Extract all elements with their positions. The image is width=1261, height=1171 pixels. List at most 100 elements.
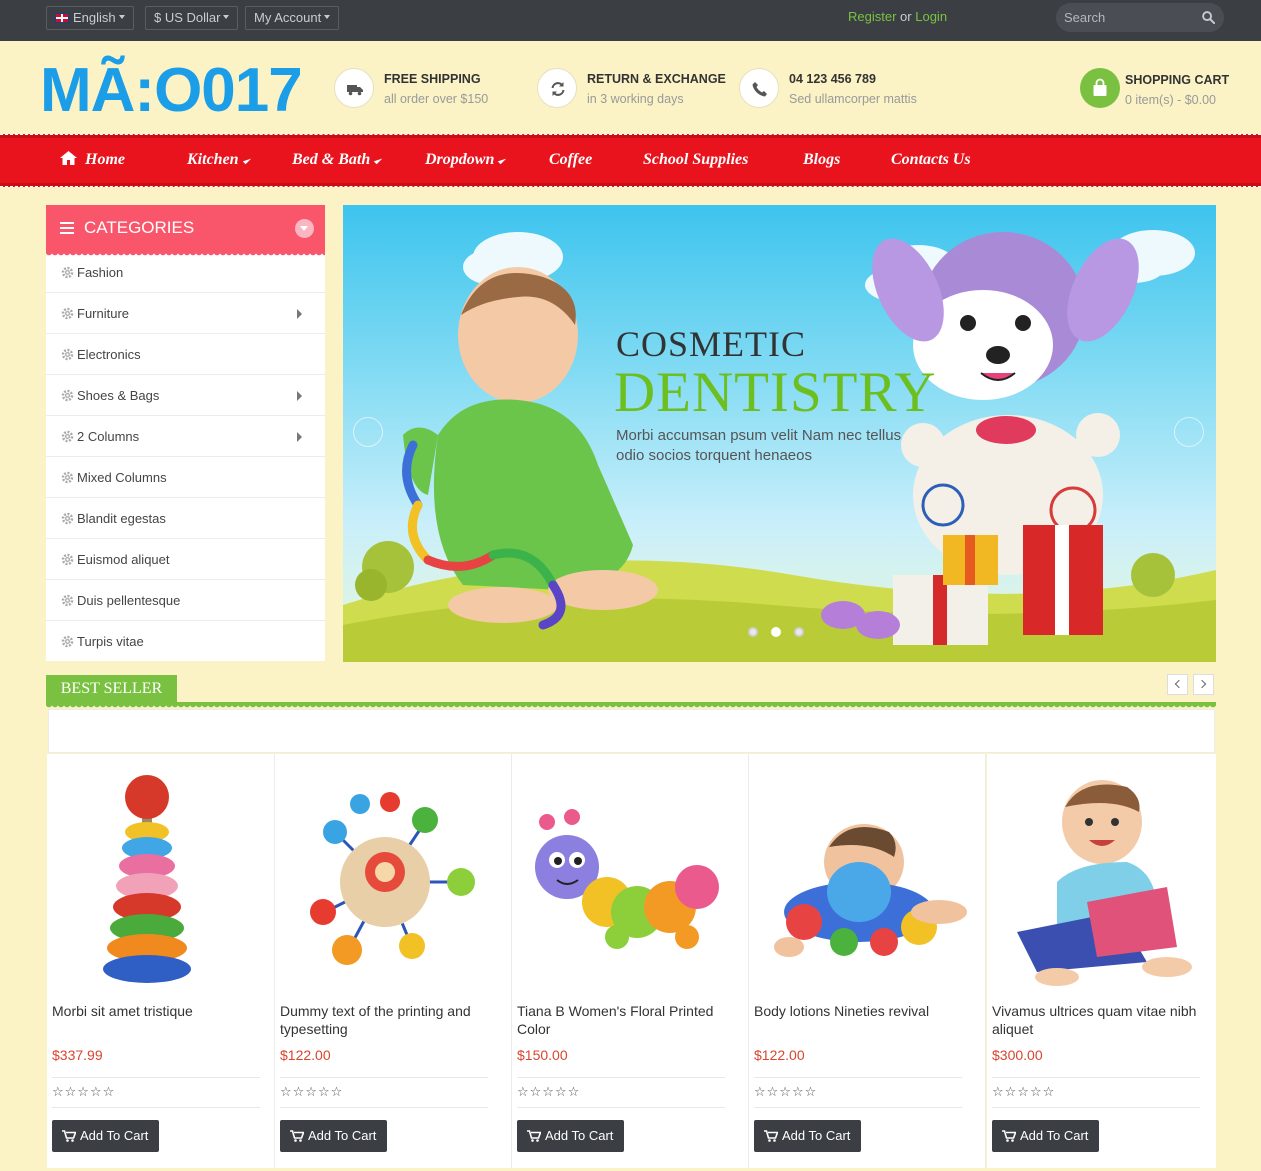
nav-home[interactable]: Home: [60, 151, 125, 169]
site-logo[interactable]: MÃ:O017: [40, 55, 303, 127]
product-name[interactable]: Vivamus ultrices quam vitae nibh aliquet: [992, 1002, 1212, 1038]
caret-down-icon: [118, 14, 125, 19]
product-name[interactable]: Morbi sit amet tristique: [52, 1002, 272, 1020]
nav-school-supplies[interactable]: School Supplies: [643, 151, 748, 169]
currency-selector[interactable]: $ US Dollar: [145, 6, 239, 30]
cart-summary[interactable]: 0 item(s) - $0.00: [1125, 93, 1216, 107]
category-item[interactable]: Shoes & Bags: [46, 375, 325, 416]
slide-subtitle: COSMETIC: [616, 324, 807, 364]
product-name[interactable]: Body lotions Nineties revival: [754, 1002, 974, 1020]
search-icon[interactable]: [1202, 11, 1215, 24]
cart-title[interactable]: SHOPPING CART: [1125, 73, 1229, 87]
add-to-cart-label: Add To Cart: [782, 1128, 851, 1143]
home-icon: [60, 151, 77, 166]
category-item[interactable]: 2 Columns: [46, 416, 325, 457]
add-to-cart-button[interactable]: Add To Cart: [517, 1120, 625, 1152]
nav-dropdown[interactable]: Dropdown: [425, 151, 507, 169]
nav-blogs[interactable]: Blogs: [803, 151, 840, 169]
category-item[interactable]: Fashion: [46, 252, 325, 293]
add-to-cart-button[interactable]: Add To Cart: [992, 1120, 1100, 1152]
add-to-cart-button[interactable]: Add To Cart: [52, 1120, 160, 1152]
top-bar: English $ US Dollar My Account Register …: [0, 0, 1261, 41]
cart-button[interactable]: [1080, 68, 1120, 108]
category-list: Fashion Furniture Electronics Shoes & Ba…: [46, 252, 325, 661]
auth-links: Register or Login: [848, 9, 947, 24]
gear-icon: [61, 471, 74, 484]
product-image[interactable]: [57, 762, 267, 992]
add-to-cart-button[interactable]: Add To Cart: [280, 1120, 388, 1152]
slider-next-button[interactable]: [1174, 417, 1204, 447]
add-to-cart-button[interactable]: Add To Cart: [754, 1120, 862, 1152]
product-image[interactable]: [997, 762, 1207, 992]
category-item[interactable]: Euismod aliquet: [46, 539, 325, 580]
rating-stars-icon: ☆☆☆☆☆: [754, 1085, 818, 1100]
rating-stars-icon: ☆☆☆☆☆: [517, 1085, 581, 1100]
product-image[interactable]: [285, 762, 495, 992]
categories-header[interactable]: CATEGORIES: [46, 205, 325, 253]
rating-stars-icon: ☆☆☆☆☆: [52, 1085, 116, 1100]
product-card: Tiana B Women's Floral Printed Color $15…: [512, 754, 749, 1168]
feature-title: FREE SHIPPING: [384, 72, 481, 86]
nav-label: Blogs: [803, 151, 841, 168]
gear-icon: [61, 389, 74, 402]
nav-kitchen[interactable]: Kitchen: [187, 151, 251, 169]
category-item[interactable]: Furniture: [46, 293, 325, 334]
add-to-cart-label: Add To Cart: [308, 1128, 377, 1143]
category-item[interactable]: Blandit egestas: [46, 498, 325, 539]
nav-bed-bath[interactable]: Bed & Bath: [292, 151, 383, 169]
gear-icon: [61, 594, 74, 607]
carousel-next-button[interactable]: [1193, 674, 1214, 695]
category-item[interactable]: Mixed Columns: [46, 457, 325, 498]
category-item[interactable]: Turpis vitae: [46, 621, 325, 662]
gear-icon: [61, 430, 74, 443]
category-label: Mixed Columns: [77, 470, 167, 485]
nav-label: Bed & Bath: [292, 151, 371, 168]
category-label: Fashion: [77, 265, 124, 280]
best-seller-tab[interactable]: BEST SELLER: [46, 675, 177, 703]
slider-dot[interactable]: [771, 627, 781, 637]
nav-contacts[interactable]: Contacts Us: [891, 151, 971, 169]
login-link[interactable]: Login: [915, 9, 947, 24]
cart-icon: [764, 1129, 779, 1142]
nav-coffee[interactable]: Coffee: [549, 151, 592, 169]
search-input[interactable]: [1064, 7, 1194, 27]
product-name[interactable]: Dummy text of the printing and typesetti…: [280, 1002, 500, 1038]
feature-title: RETURN & EXCHANGE: [587, 72, 726, 86]
category-item[interactable]: Electronics: [46, 334, 325, 375]
product-price: $150.00: [517, 1047, 568, 1063]
product-image[interactable]: [759, 762, 969, 992]
zigzag-divider: [46, 252, 325, 258]
language-selector[interactable]: English: [46, 6, 134, 30]
slider-prev-button[interactable]: [353, 417, 383, 447]
product-image[interactable]: [522, 762, 732, 992]
cart-icon: [1002, 1129, 1017, 1142]
categories-title: CATEGORIES: [84, 218, 195, 237]
caret-down-icon: [324, 14, 331, 19]
best-seller-strip: [48, 709, 1215, 753]
product-card: Vivamus ultrices quam vitae nibh aliquet…: [987, 754, 1216, 1168]
slider-dot[interactable]: [794, 627, 804, 637]
main-nav: Home Kitchen Bed & Bath Dropdown Coffee …: [0, 134, 1261, 187]
slide-description: Morbi accumsan psum velit Nam nec tellus…: [616, 427, 902, 464]
chevron-down-icon[interactable]: [295, 219, 314, 238]
carousel-prev-button[interactable]: [1167, 674, 1188, 695]
category-label: Shoes & Bags: [77, 388, 160, 403]
caret-right-icon: [297, 432, 302, 442]
gear-icon: [61, 512, 74, 525]
rating-stars-icon: ☆☆☆☆☆: [280, 1085, 344, 1100]
account-menu[interactable]: My Account: [245, 6, 340, 30]
menu-icon: [60, 222, 74, 237]
register-link[interactable]: Register: [848, 9, 896, 24]
currency-label: $ US Dollar: [154, 10, 221, 25]
feature-subtitle: Sed ullamcorper mattis: [789, 92, 917, 106]
category-item[interactable]: Duis pellentesque: [46, 580, 325, 621]
product-price: $122.00: [754, 1047, 805, 1063]
slider-dot[interactable]: [748, 627, 758, 637]
cart-icon: [62, 1129, 77, 1142]
shopping-bag-icon: [1093, 78, 1107, 96]
product-name[interactable]: Tiana B Women's Floral Printed Color: [517, 1002, 737, 1038]
nav-label: Kitchen: [187, 151, 239, 168]
search-box: [1056, 3, 1224, 32]
dropdown-arrow-icon: [242, 155, 251, 165]
category-label: Turpis vitae: [77, 634, 144, 649]
